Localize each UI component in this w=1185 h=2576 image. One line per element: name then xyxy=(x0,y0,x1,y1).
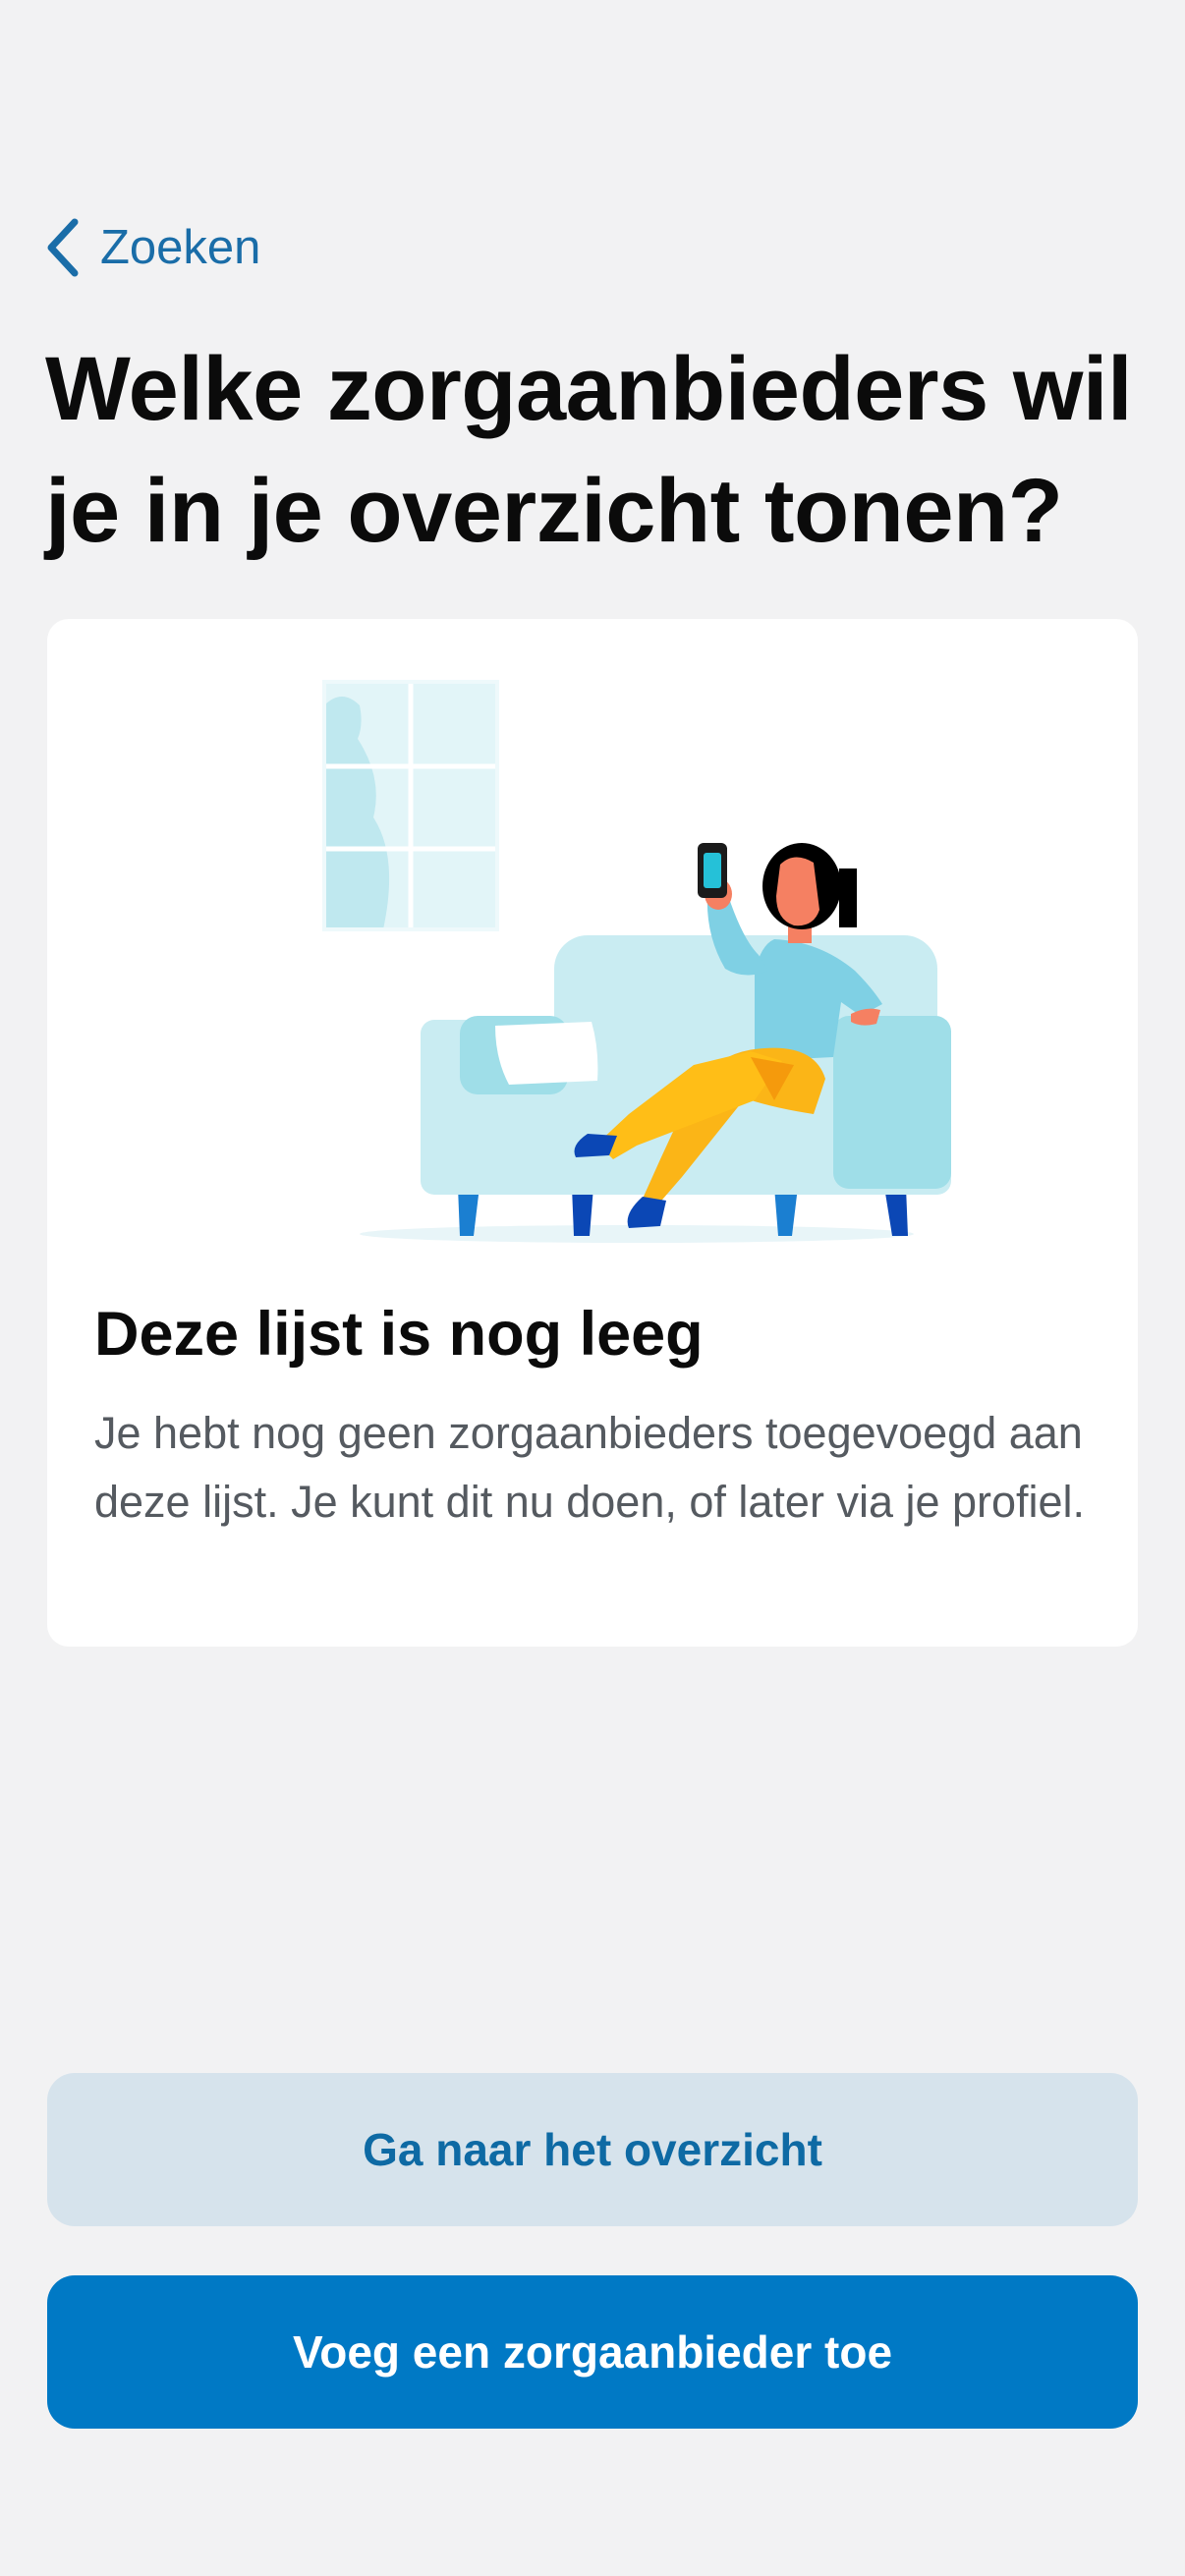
woman-on-sofa-illustration xyxy=(322,680,951,1243)
empty-state-body: Je hebt nog geen zorgaanbieders toegevoe… xyxy=(94,1408,1086,1527)
empty-state-card: Deze lijst is nog leeg Je hebt nog geen … xyxy=(47,619,1138,1647)
page-title: Welke zorgaanbieders wil je in je overzi… xyxy=(45,339,1133,561)
go-to-overview-button[interactable]: Ga naar het overzicht xyxy=(47,2073,1138,2226)
back-label: Zoeken xyxy=(100,221,261,274)
chevron-left-icon xyxy=(47,218,79,277)
add-provider-button[interactable]: Voeg een zorgaanbieder toe xyxy=(47,2275,1138,2429)
back-button[interactable]: Zoeken xyxy=(45,214,260,281)
empty-state-title: Deze lijst is nog leeg xyxy=(94,1300,704,1369)
